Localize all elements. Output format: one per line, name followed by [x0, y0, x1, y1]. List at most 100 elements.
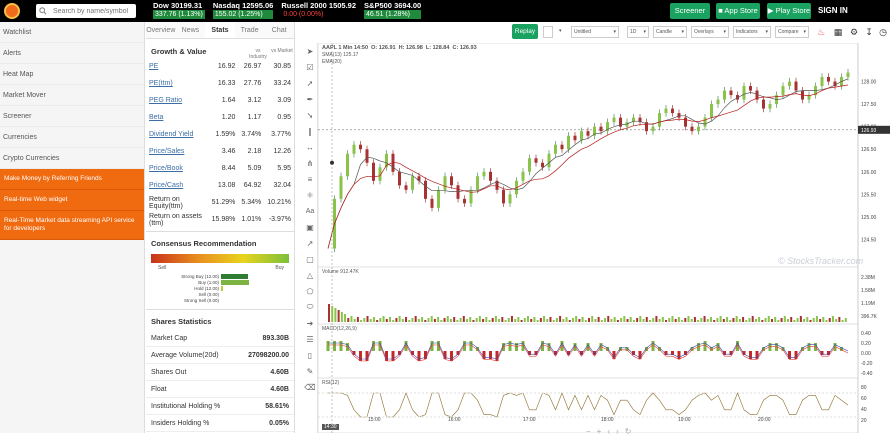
tab-stats[interactable]: Stats: [205, 22, 235, 38]
scroll-left-icon[interactable]: ‹: [607, 427, 616, 436]
price-tick-label: 124.50: [861, 237, 877, 243]
table-row: PE(ttm) 16.33 27.76 33.24: [146, 75, 294, 92]
tab-chat[interactable]: Chat: [264, 22, 294, 38]
measure-icon[interactable]: ⚛: [302, 187, 318, 203]
volume-bar: [344, 314, 347, 322]
fibonacci-icon[interactable]: ≡: [302, 171, 318, 187]
volume-tick-label: 1.58M: [861, 288, 875, 294]
table-row: Return on Equity(ttm) 51.29% 5.34% 10.21%: [146, 194, 294, 211]
checkbox-icon[interactable]: ☑: [302, 59, 318, 75]
ticker-s-p500[interactable]: S&P500 3694.00 46.51 (1.28%): [361, 1, 424, 21]
volume-bar: [748, 318, 751, 322]
trend-line-icon[interactable]: ➚: [302, 75, 318, 91]
vertical-line-icon[interactable]: ❙: [302, 123, 318, 139]
candle-body: [541, 162, 544, 168]
metric-label[interactable]: Beta: [146, 109, 209, 126]
zoom-out-icon[interactable]: −: [586, 427, 597, 436]
sidebar-item-watchlist[interactable]: Watchlist: [0, 22, 144, 43]
stat-value: 58.61%: [265, 402, 289, 410]
settings-icon[interactable]: ⚙: [847, 25, 861, 39]
app-store-button[interactable]: ■ App Store: [716, 3, 760, 19]
brush-icon[interactable]: ✒: [302, 91, 318, 107]
site-logo[interactable]: [4, 3, 20, 19]
layout-dropdown[interactable]: Untitled ▾: [571, 26, 619, 38]
rectangle-icon[interactable]: ▢: [302, 251, 318, 267]
sidebar-promo[interactable]: Real-Time Market data streaming API serv…: [0, 211, 144, 240]
metric-label[interactable]: Dividend Yield: [146, 126, 209, 143]
download-icon[interactable]: ↧: [862, 25, 876, 39]
ticker-nasdaq[interactable]: Nasdaq 12595.06 155.02 (1.25%): [210, 1, 276, 21]
pencil-icon[interactable]: ✎: [302, 363, 318, 379]
reset-icon[interactable]: ↻: [625, 427, 638, 436]
search-box[interactable]: [36, 4, 136, 18]
bar-chart-icon[interactable]: ▦: [831, 25, 845, 39]
metric-label[interactable]: PE(ttm): [146, 75, 209, 92]
sidebar-item-alerts[interactable]: Alerts: [0, 43, 144, 64]
tab-overview[interactable]: Overview: [146, 22, 176, 38]
search-icon[interactable]: [36, 4, 50, 18]
metric-label[interactable]: PEG Ratio: [146, 92, 209, 109]
candle-body: [339, 176, 343, 199]
metric-value: 8.44: [221, 165, 236, 172]
color-swatch[interactable]: [543, 26, 553, 38]
tab-trade[interactable]: Trade: [235, 22, 265, 38]
zoom-in-icon[interactable]: +: [597, 427, 608, 436]
tab-news[interactable]: News: [176, 22, 206, 38]
metric-label[interactable]: PE: [146, 58, 209, 75]
volume-bar: [565, 317, 568, 322]
sidebar-promo[interactable]: Real-time Web widget: [0, 190, 144, 211]
interval-dropdown[interactable]: 1D ▾: [627, 26, 649, 38]
compare-dropdown[interactable]: Compare ▾: [775, 26, 809, 38]
callout-icon[interactable]: ▣: [302, 219, 318, 235]
alert-icon[interactable]: ♨: [814, 25, 828, 39]
volume-bar: [350, 316, 353, 322]
sidebar-item-crypto-currencies[interactable]: Crypto Currencies: [0, 148, 144, 169]
polygon-icon[interactable]: ⬠: [302, 283, 318, 299]
ray-icon[interactable]: ➘: [302, 107, 318, 123]
ticker-russell-2000[interactable]: Russell 2000 1505.92 0.00 (0.00%): [278, 1, 359, 21]
volume-bar: [340, 312, 343, 322]
history-icon[interactable]: ◷: [876, 25, 890, 39]
chart-svg[interactable]: 128.00127.50127.00126.50126.00125.50125.…: [317, 42, 890, 434]
search-input[interactable]: [50, 7, 130, 15]
price-chart[interactable]: 128.00127.50127.00126.50126.00125.50125.…: [317, 42, 890, 436]
sign-in-link[interactable]: SIGN IN: [818, 6, 848, 15]
screener-button[interactable]: Screener: [670, 3, 710, 19]
volume-bar: [796, 318, 799, 322]
candle-body: [404, 185, 408, 190]
buy-label: Buy: [275, 265, 284, 271]
replay-button[interactable]: Replay: [512, 24, 538, 39]
cursor-icon[interactable]: ➤: [302, 43, 318, 59]
volume-bar: [421, 317, 424, 322]
overlays-dropdown[interactable]: Overlays ▾: [691, 26, 729, 38]
lines-icon[interactable]: ☰: [302, 331, 318, 347]
sidebar-item-screener[interactable]: Screener: [0, 106, 144, 127]
arrow-icon[interactable]: ↗: [302, 235, 318, 251]
horizontal-line-icon[interactable]: ↔: [302, 139, 318, 155]
chart-nav-controls[interactable]: −+‹›↻: [586, 427, 637, 436]
sidebar-item-heat-map[interactable]: Heat Map: [0, 64, 144, 85]
trash-icon[interactable]: ⌫: [302, 379, 318, 395]
candle-body: [450, 176, 453, 186]
ticker-dow[interactable]: Dow 30199.31 337.76 (1.13%): [150, 1, 208, 21]
table-row: Price/Book 8.44 5.09 5.95: [146, 160, 294, 177]
pitchfork-icon[interactable]: ⋔: [302, 155, 318, 171]
macd-histogram-bar: [359, 351, 362, 361]
sidebar-promo[interactable]: Make Money by Referring Friends: [0, 169, 144, 190]
metric-label[interactable]: Price/Sales: [146, 143, 209, 160]
volume-bar: [742, 317, 745, 322]
triangle-icon[interactable]: △: [302, 267, 318, 283]
indicators-dropdown[interactable]: Indicators ▾: [733, 26, 771, 38]
eraser-icon[interactable]: ▯: [302, 347, 318, 363]
metric-label[interactable]: Price/Book: [146, 160, 209, 177]
ellipse-icon[interactable]: ⬭: [302, 299, 318, 315]
sidebar-item-market-mover[interactable]: Market Mover: [0, 85, 144, 106]
text-icon[interactable]: Aa: [302, 203, 318, 219]
chevron-down-icon[interactable]: ▾: [557, 26, 565, 38]
sidebar-item-currencies[interactable]: Currencies: [0, 127, 144, 148]
arrow-right-icon[interactable]: ➜: [302, 315, 318, 331]
play-store-button[interactable]: ▶ Play Store: [767, 3, 811, 19]
scroll-right-icon[interactable]: ›: [616, 427, 625, 436]
chart-type-dropdown[interactable]: Candle ▾: [653, 26, 687, 38]
metric-label[interactable]: Price/Cash: [146, 177, 209, 194]
